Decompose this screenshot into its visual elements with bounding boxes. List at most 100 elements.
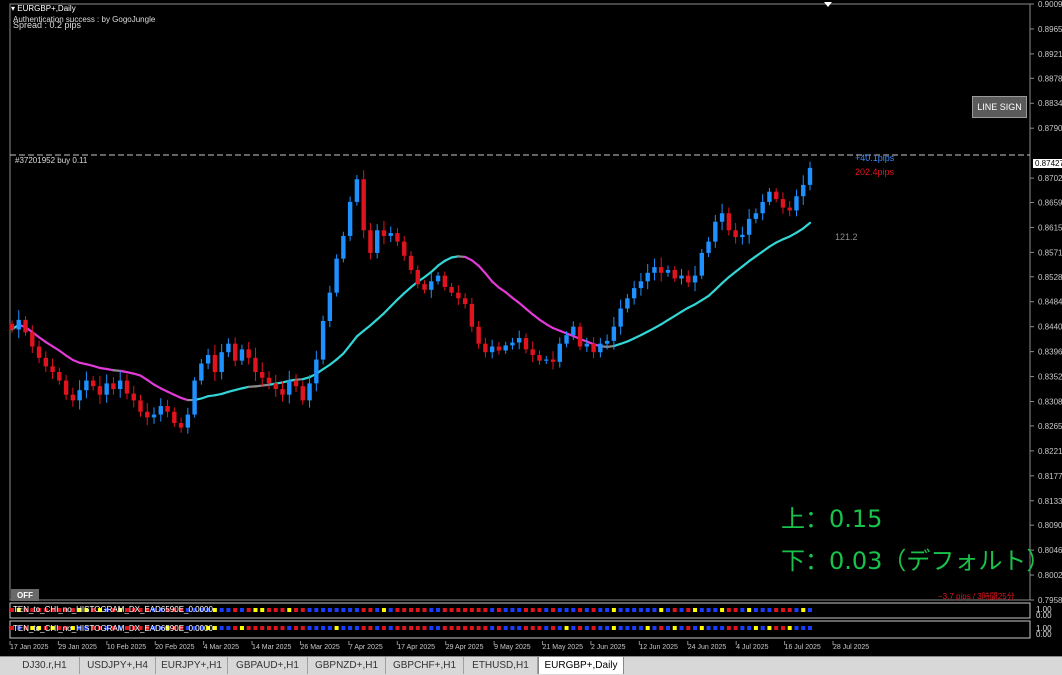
indicator-block <box>666 608 670 612</box>
symbol-title: ▾ EURGBP+,Daily <box>11 4 76 13</box>
indicator-block <box>267 608 271 612</box>
indicator-block <box>213 626 217 630</box>
indicator-block <box>531 608 535 612</box>
candle-body <box>564 335 568 344</box>
candle-body <box>490 347 494 353</box>
indicator-block <box>551 626 555 630</box>
indicator-block <box>423 608 427 612</box>
indicator-block <box>477 626 481 630</box>
indicator-2-scale-bottom: 0.00 <box>1036 630 1052 639</box>
x-tick-label: 17 Apr 2025 <box>397 644 435 651</box>
candle-body <box>44 358 48 367</box>
indicator-block <box>240 626 244 630</box>
candle-body <box>348 202 352 236</box>
ma-segment <box>472 260 479 265</box>
indicator-block <box>673 626 677 630</box>
candle-body <box>361 179 365 230</box>
candle-body <box>192 381 196 415</box>
indicator-block <box>260 626 264 630</box>
x-tick-label: 21 May 2025 <box>543 644 584 651</box>
pips-gain-text: +40.1pips <box>855 153 894 163</box>
candle-body <box>524 338 528 349</box>
candle-body <box>497 347 501 351</box>
y-tick-label: 0.89210 <box>1038 50 1062 59</box>
indicator-block <box>720 608 724 612</box>
indicator-block <box>463 626 467 630</box>
indicator-block <box>727 626 731 630</box>
indicator-block <box>335 608 339 612</box>
chart-menu-caret-icon[interactable] <box>824 2 832 7</box>
indicator-block <box>808 626 812 630</box>
indicator-1-label: TEN_to_CHI_no_HISTOGRAM_DX_EAD6590E_0.00… <box>13 605 213 614</box>
tab-ethusd-h1[interactable]: ETHUSD,H1 <box>464 657 538 674</box>
indicator-block <box>639 626 643 630</box>
tab-dj30-r-h1[interactable]: DJ30.r,H1 <box>10 657 80 674</box>
indicator-block <box>734 626 738 630</box>
line-sign-button[interactable]: LINE SIGN <box>972 96 1027 118</box>
indicator-block <box>693 626 697 630</box>
x-tick-label: 2 Jun 2025 <box>591 644 626 651</box>
tab-usdjpy-h4[interactable]: USDJPY+,H4 <box>80 657 156 674</box>
ma-segment <box>709 290 716 296</box>
tab-gbpnzd-h1[interactable]: GBPNZD+,H1 <box>308 657 386 674</box>
indicator-block <box>592 626 596 630</box>
order-label: #37201952 buy 0.11 <box>15 156 87 165</box>
tab-eurjpy-h1[interactable]: EURJPY+,H1 <box>156 657 228 674</box>
indicator-block <box>646 608 650 612</box>
x-tick-label: 16 Jul 2025 <box>785 644 821 651</box>
candle-body <box>727 213 731 230</box>
tab-gbpchf-h1[interactable]: GBPCHF+,H1 <box>386 657 464 674</box>
candle-body <box>104 383 108 394</box>
candle-body <box>50 366 54 372</box>
candle-body <box>145 412 149 418</box>
candle-body <box>389 233 393 236</box>
indicator-block <box>578 626 582 630</box>
indicator-block <box>652 626 656 630</box>
indicator-block <box>605 608 609 612</box>
tab-eurgbp-daily[interactable]: EURGBP+,Daily <box>538 656 624 674</box>
tab-gbpaud-h1[interactable]: GBPAUD+,H1 <box>228 657 308 674</box>
indicator-block <box>713 626 717 630</box>
y-tick-label: 0.85710 <box>1038 248 1062 257</box>
indicator-block <box>639 608 643 612</box>
indicator-block <box>767 626 771 630</box>
candle-body <box>416 270 420 284</box>
ma-segment <box>465 257 472 260</box>
candle-body <box>463 298 467 304</box>
indicator-block <box>517 608 521 612</box>
ma-segment <box>675 312 682 316</box>
indicator-block <box>341 626 345 630</box>
y-tick-label: 0.88780 <box>1038 74 1062 83</box>
candle-body <box>558 344 562 362</box>
candle-body <box>213 355 217 372</box>
indicator-block <box>524 626 528 630</box>
ma-segment <box>66 356 73 360</box>
indicator-block <box>402 626 406 630</box>
indicator-block <box>598 608 602 612</box>
ma-segment <box>512 298 519 303</box>
indicator-block <box>605 626 609 630</box>
indicator-block <box>328 626 332 630</box>
indicator-block <box>247 626 251 630</box>
candle-body <box>226 344 230 353</box>
y-tick-label: 0.86150 <box>1038 223 1062 232</box>
off-button[interactable]: OFF <box>11 589 39 601</box>
x-tick-label: 26 Mar 2025 <box>300 644 339 651</box>
indicator-block <box>409 626 413 630</box>
ma-segment <box>431 266 438 272</box>
y-tick-label: 0.79580 <box>1038 596 1062 605</box>
pips-total-text: 202.4pips <box>855 167 894 177</box>
indicator-block <box>707 626 711 630</box>
indicator-block <box>389 626 393 630</box>
indicator-block <box>754 608 758 612</box>
candle-body <box>720 213 724 222</box>
timer-text: −3.7 pips / 3時間25分 <box>938 591 1015 602</box>
indicator-block <box>781 608 785 612</box>
ma-segment <box>742 261 749 266</box>
indicator-block <box>301 626 305 630</box>
indicator-block <box>747 626 751 630</box>
candle-body <box>537 355 541 361</box>
ma-segment <box>695 300 702 304</box>
indicator-block <box>456 608 460 612</box>
y-tick-label: 0.81770 <box>1038 472 1062 481</box>
